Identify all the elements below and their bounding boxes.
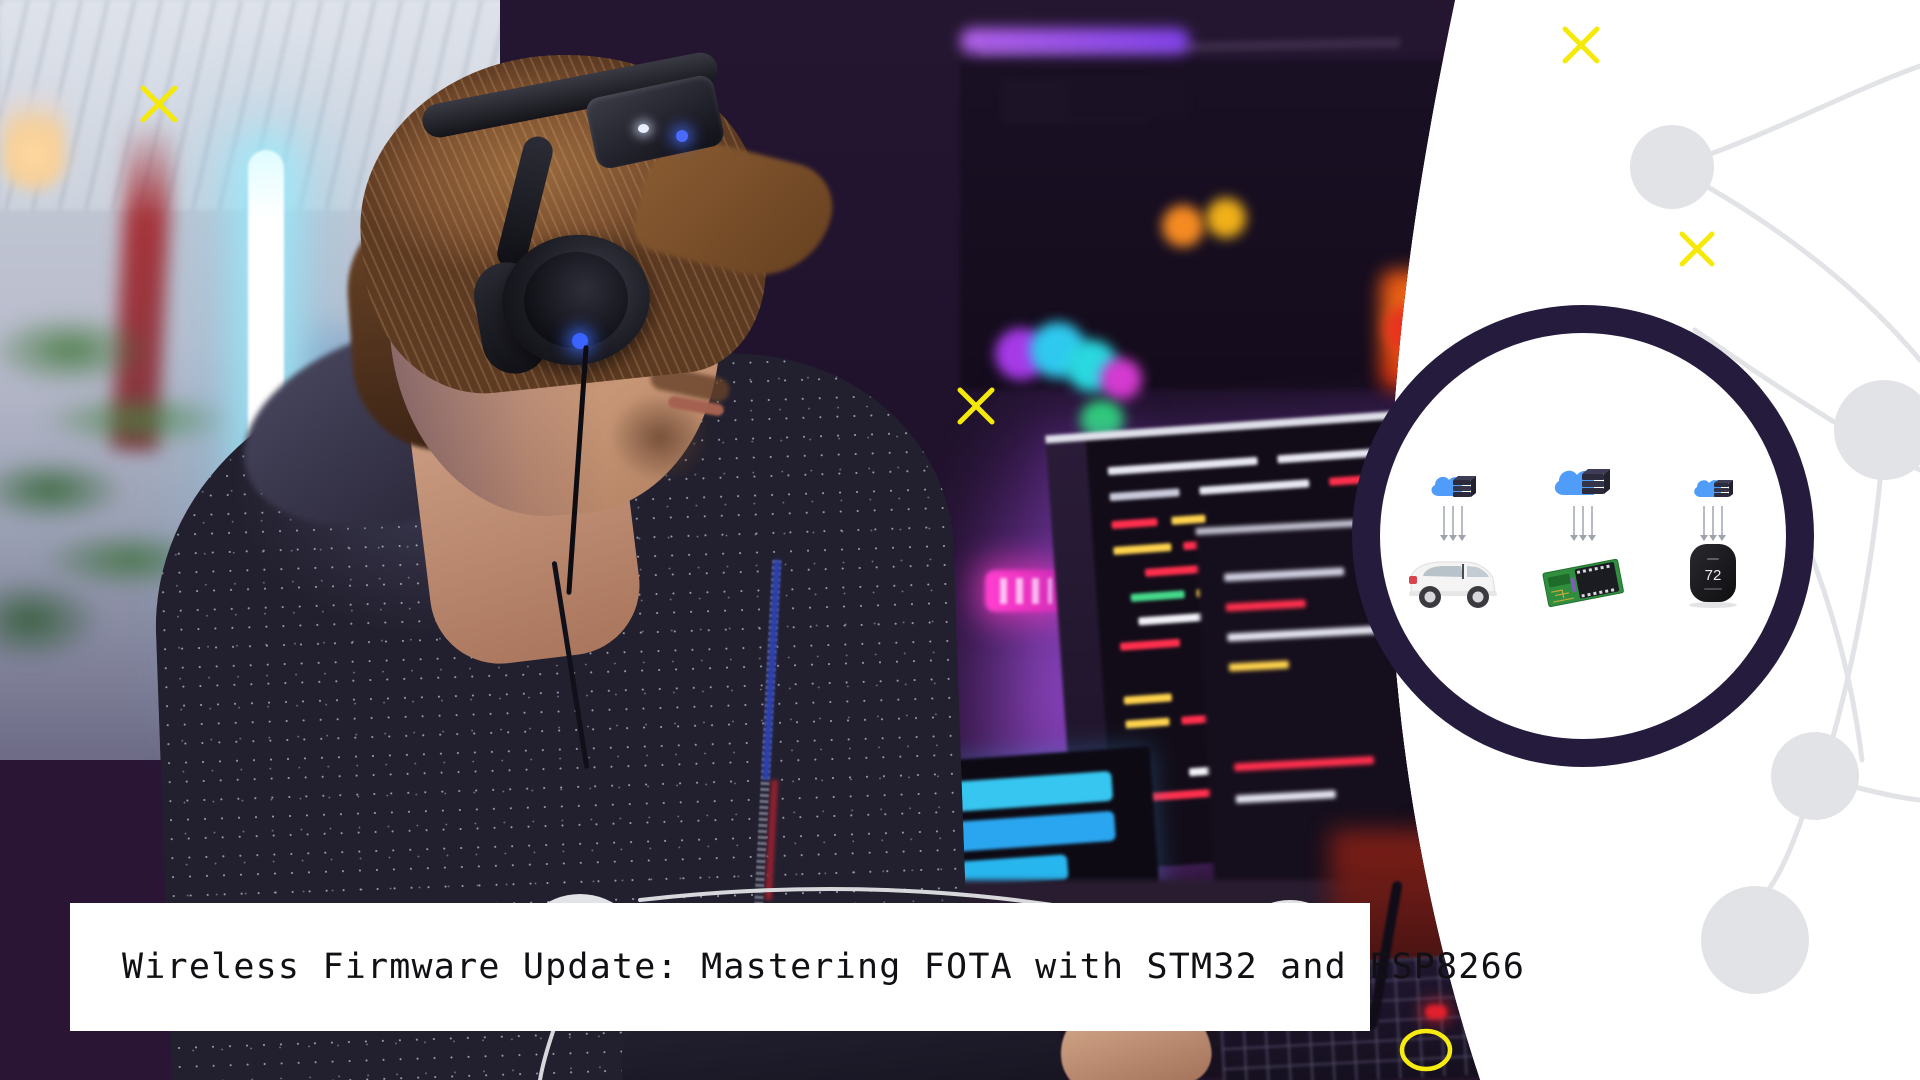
bokeh-orange [1162,205,1204,247]
cloud-icon-wrap [1690,462,1736,506]
download-arrows [1700,506,1726,541]
download-arrow [1588,506,1596,541]
firmware-cloud-icon [1554,469,1610,495]
network-node [1834,380,1920,480]
download-arrow [1458,506,1466,541]
download-arrow [1700,506,1708,541]
headphone-indicator-white [638,124,649,133]
bokeh-magenta [1100,358,1142,400]
pendant-lamp [2,70,66,190]
fota-inset: 72 [1380,333,1786,739]
download-arrows [1570,506,1596,541]
page-title: Wireless Firmware Update: Mastering FOTA… [122,947,1526,987]
download-arrow [1570,506,1578,541]
firmware-cloud-icon [1694,480,1733,497]
thermostat-reading: 72 [1705,567,1722,584]
download-arrow [1718,506,1726,541]
cloud-icon-wrap [1427,462,1479,506]
thermostat-icon-wrap: 72 [1680,540,1746,610]
banner-root: 72 Wireless Firmware Update: Mastering F… [0,0,1920,1080]
car-icon-wrap [1403,540,1503,610]
smart-thermostat-icon: 72 [1689,544,1737,608]
download-arrow [1579,506,1587,541]
firmware-cloud-icon [1431,476,1476,497]
device-smart-thermostat: 72 [1661,462,1765,610]
network-node [1701,886,1809,994]
download-arrow [1440,506,1448,541]
download-arrow [1709,506,1717,541]
bokeh-yellow [1206,198,1246,238]
download-arrow [1449,506,1457,541]
device-connected-car [1401,462,1505,610]
network-node [1771,732,1859,820]
device-microcontroller [1531,462,1635,610]
headphone-indicator-blue [676,130,688,142]
connected-car-icon [1409,561,1497,608]
shelf-box-2 [1070,78,1190,118]
network-node [1630,125,1714,209]
board-icon-wrap [1537,540,1629,610]
microcontroller-board-icon [1542,558,1624,608]
cloud-icon-wrap [1550,462,1616,506]
download-arrows [1440,506,1466,541]
title-bar: Wireless Firmware Update: Mastering FOTA… [70,903,1524,1031]
